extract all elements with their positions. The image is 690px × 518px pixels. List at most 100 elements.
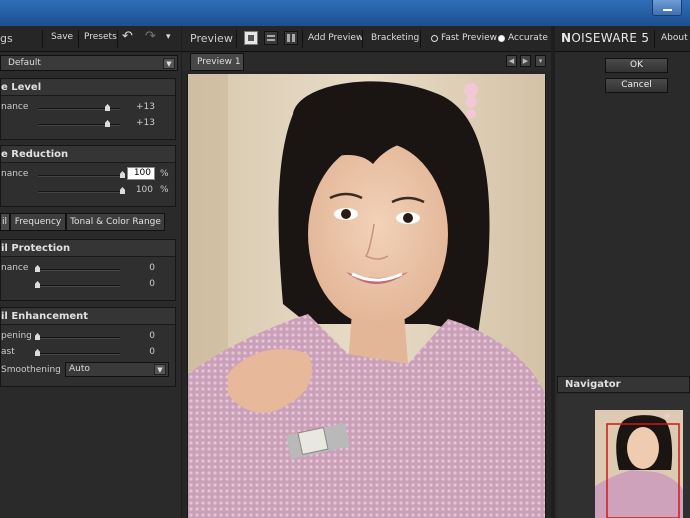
preview-toolbar: Preview Add Preview Bracketing Fast Prev… (182, 26, 551, 52)
presets-button[interactable]: Presets (84, 32, 117, 42)
detail-protection-title: il Protection (1, 240, 175, 257)
luminance-reduction-slider[interactable]: nance 100 % (1, 167, 177, 182)
slider-track[interactable] (38, 337, 120, 339)
fast-preview-radio[interactable] (431, 35, 438, 42)
navigator-thumbnail[interactable] (595, 410, 683, 518)
settings-tabs: il Frequency Tonal & Color Range (0, 213, 178, 231)
unit-label: % (160, 169, 169, 179)
slider-value: 0 (149, 331, 155, 341)
slider-thumb[interactable] (105, 104, 110, 111)
noise-reduction-title: e Reduction (1, 146, 175, 163)
slider-track[interactable] (38, 269, 120, 271)
slider-thumb[interactable] (120, 187, 125, 194)
slider-value: 100 (135, 185, 153, 195)
smoothening-row: Smoothening Auto ▼ (1, 362, 177, 378)
sharpening-slider[interactable]: pening 0 (1, 330, 177, 344)
slider-value: 0 (149, 263, 155, 273)
slider-track[interactable] (38, 353, 120, 355)
noise-level-section: e Level nance +13 +13 (0, 78, 176, 140)
chevron-down-icon: ▼ (163, 58, 175, 69)
cancel-button[interactable]: Cancel (605, 78, 668, 93)
tab-preview-1[interactable]: Preview 1 (190, 53, 244, 71)
ok-button[interactable]: OK (605, 58, 668, 73)
smoothening-select[interactable]: Auto ▼ (65, 362, 169, 377)
tab-frequency[interactable]: Frequency (10, 213, 66, 231)
right-panel: NOISEWARE 5 About OK Cancel Navigator (555, 26, 690, 518)
minimize-button[interactable] (652, 0, 682, 16)
brand-bar: NOISEWARE 5 About (555, 26, 690, 52)
toolbar-divider (78, 30, 79, 48)
slider-track[interactable] (38, 191, 120, 193)
preset-select[interactable]: Default ▼ (0, 55, 178, 71)
preset-value: Default (8, 58, 41, 68)
slider-thumb[interactable] (35, 333, 40, 340)
color-level-slider[interactable]: +13 (1, 117, 177, 131)
add-preview-button[interactable]: Add Preview (308, 33, 363, 43)
tab-menu-icon[interactable]: ▾ (535, 55, 546, 67)
preview-panel: Preview Add Preview Bracketing Fast Prev… (182, 26, 551, 518)
app-logo: NOISEWARE 5 (561, 31, 650, 45)
slider-value: +13 (136, 118, 155, 128)
noise-reduction-section: e Reduction nance 100 % 100 % (0, 145, 176, 207)
chevron-right-icon[interactable]: ▶ (520, 55, 531, 67)
preview-image (188, 74, 545, 518)
accurate-label[interactable]: Accurate (508, 33, 548, 43)
tab-tonal-color-range[interactable]: Tonal & Color Range (66, 213, 165, 231)
split-vertical-icon[interactable] (284, 31, 298, 45)
toolbar-divider (117, 30, 118, 48)
detail-enhancement-title: il Enhancement (1, 308, 175, 325)
slider-label: nance (1, 169, 29, 179)
tab-detail[interactable]: il (0, 213, 10, 231)
smoothening-value: Auto (69, 364, 90, 374)
split-horizontal-icon[interactable] (264, 31, 278, 45)
slider-track[interactable] (38, 285, 120, 287)
slider-thumb[interactable] (35, 265, 40, 272)
toolbar-divider (654, 30, 655, 48)
slider-thumb[interactable] (120, 171, 125, 178)
settings-panel: gs Save Presets ↶ ↷ ▾ Default ▼ e Level … (0, 26, 181, 518)
luminance-protection-slider[interactable]: nance 0 (1, 262, 177, 276)
color-protection-slider[interactable]: 0 (1, 278, 177, 292)
navigator-panel[interactable] (557, 394, 690, 518)
slider-thumb[interactable] (35, 281, 40, 288)
undo-icon[interactable]: ↶ (122, 29, 133, 44)
about-button[interactable]: About (661, 33, 688, 43)
redo-icon[interactable]: ↷ (145, 29, 156, 44)
unit-label: % (160, 185, 169, 195)
preview-tab-bar: Preview 1 ◀ ▶ ▾ (182, 53, 551, 71)
slider-label: nance (1, 263, 29, 273)
color-reduction-slider[interactable]: 100 % (1, 184, 177, 198)
chevron-down-icon: ▼ (154, 364, 166, 375)
value-input[interactable]: 100 (127, 167, 155, 180)
smoothening-label: Smoothening (1, 365, 61, 375)
toolbar-divider (236, 30, 237, 48)
luminance-level-slider[interactable]: nance +13 (1, 101, 177, 115)
settings-toolbar: gs Save Presets ↶ ↷ ▾ (0, 26, 181, 52)
preview-label: Preview (190, 32, 233, 45)
preview-canvas[interactable] (187, 74, 546, 518)
toolbar-divider (302, 30, 303, 48)
window-titlebar (0, 0, 690, 26)
minimize-icon (663, 9, 672, 11)
noise-level-title: e Level (1, 79, 175, 96)
slider-label: ast (1, 347, 15, 357)
slider-label: pening (1, 331, 32, 341)
slider-value: +13 (136, 102, 155, 112)
save-button[interactable]: Save (51, 32, 73, 42)
contrast-slider[interactable]: ast 0 (1, 346, 177, 360)
single-view-icon[interactable] (244, 31, 258, 45)
slider-thumb[interactable] (105, 120, 110, 127)
bracketing-button[interactable]: Bracketing (371, 33, 419, 43)
slider-label: nance (1, 102, 29, 112)
detail-protection-section: il Protection nance 0 0 (0, 239, 176, 301)
navigator-title: Navigator (557, 376, 690, 393)
fast-preview-label[interactable]: Fast Preview (441, 33, 497, 43)
settings-menu-icon[interactable]: ▾ (166, 32, 171, 42)
settings-title: gs (0, 32, 13, 45)
toolbar-divider (362, 30, 363, 48)
accurate-radio[interactable] (498, 35, 505, 42)
chevron-left-icon[interactable]: ◀ (506, 55, 517, 67)
slider-track[interactable] (38, 175, 120, 177)
slider-value: 0 (149, 279, 155, 289)
slider-thumb[interactable] (35, 349, 40, 356)
